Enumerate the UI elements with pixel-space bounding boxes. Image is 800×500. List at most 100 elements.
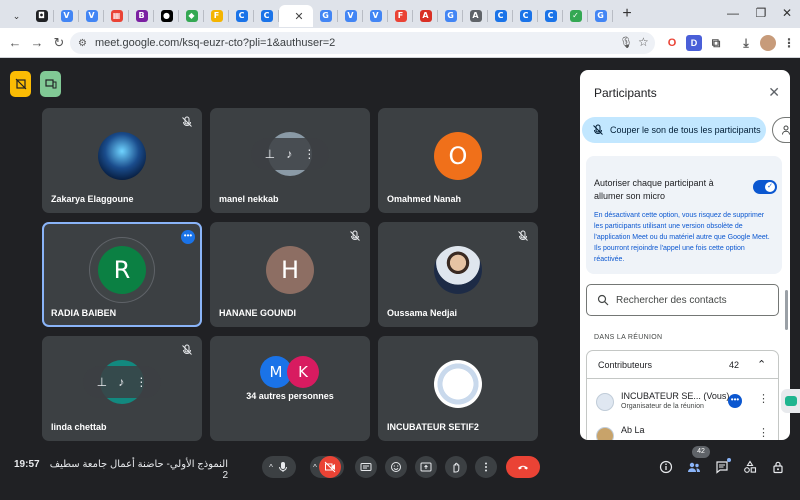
browser-tab[interactable]: ✓ — [563, 5, 588, 27]
browser-tab[interactable]: C — [254, 5, 279, 27]
panel-scrollbar[interactable] — [785, 290, 788, 330]
omnibox[interactable]: ⚙ meet.google.com/ksq-euzr-cto?pli=1&aut… — [70, 32, 655, 54]
minimize-icon[interactable]: — — [726, 6, 740, 20]
tab-active[interactable]: ✕ — [279, 5, 313, 27]
profile-avatar[interactable] — [760, 35, 776, 51]
participants-button[interactable] — [686, 459, 702, 475]
mute-participant-icon[interactable]: ♪ — [286, 147, 292, 161]
browser-tab[interactable]: V — [54, 5, 79, 27]
browser-tab[interactable]: V — [338, 5, 363, 27]
participant-tile[interactable]: H HANANE GOUNDI — [210, 222, 370, 327]
favicon-icon: ● — [160, 10, 173, 22]
captions-button[interactable] — [355, 456, 377, 478]
download-icon[interactable]: ⤓ — [738, 35, 754, 51]
mic-in-use-icon[interactable]: 🎙 — [619, 36, 633, 49]
browser-tab[interactable]: F — [388, 5, 413, 27]
avatar: R — [98, 246, 146, 294]
browser-tab[interactable]: G — [313, 5, 338, 27]
restore-icon[interactable]: ❐ — [754, 6, 768, 20]
browser-tab[interactable]: A — [413, 5, 438, 27]
participant-tile[interactable]: Zakarya Elaggoune — [42, 108, 202, 213]
more-vert-icon[interactable]: ⋮ — [758, 426, 769, 439]
meeting-title: النموذج الأولي- حاضنة أعمال جامعة سطيف 2 — [49, 459, 228, 481]
allow-mic-toggle[interactable]: ✓ — [753, 180, 777, 194]
companion-mode-icon[interactable] — [40, 71, 61, 97]
mic-off-icon — [181, 343, 193, 355]
participant-role: Organisateur de la réunion — [621, 403, 704, 410]
browser-tab[interactable]: C — [538, 5, 563, 27]
emoji-button[interactable] — [385, 456, 407, 478]
participant-tile[interactable]: ⊥ ♪ ⋮ linda chettab — [42, 336, 202, 441]
browser-tab[interactable]: ● — [154, 5, 179, 27]
more-horiz-icon[interactable]: ••• — [728, 394, 742, 408]
browser-tab[interactable]: F — [204, 5, 229, 27]
participant-tile[interactable]: M K 34 autres personnes — [210, 336, 370, 441]
contributors-header[interactable]: Contributeurs 42 ⌃ — [587, 351, 778, 379]
shapes-icon — [744, 460, 757, 473]
participant-tile[interactable]: Oussama Nedjai — [378, 222, 538, 327]
allow-mic-note: En désactivant cette option, vous risque… — [594, 212, 770, 263]
browser-tab[interactable]: G — [588, 5, 613, 27]
d-extension-icon[interactable]: D — [686, 35, 702, 51]
more-horiz-icon[interactable]: ••• — [181, 230, 195, 244]
browser-tab[interactable]: ◆ — [179, 5, 204, 27]
chat-button[interactable] — [714, 458, 731, 475]
host-controls-button[interactable] — [770, 459, 786, 475]
opera-extension-icon[interactable]: O — [664, 35, 680, 51]
forward-arrow-icon[interactable]: → — [26, 35, 48, 50]
browser-menu-icon[interactable]: ⋮ — [781, 35, 797, 51]
camera-control[interactable]: ^ — [310, 456, 344, 478]
browser-tab[interactable]: C — [488, 5, 513, 27]
new-tab-button[interactable]: + — [617, 4, 637, 24]
participant-tile[interactable]: INCUBATEUR SETIF2 — [378, 336, 538, 441]
participant-tile[interactable]: ⊥ ♪ ⋮ manel nekkab — [210, 108, 370, 213]
mute-participant-icon[interactable]: ♪ — [118, 375, 124, 389]
participant-tile[interactable]: R ••• RADIA BAIBEN — [42, 222, 202, 327]
recording-off-icon[interactable] — [10, 71, 31, 97]
browser-tab[interactable]: G — [438, 5, 463, 27]
participant-name: Zakarya Elaggoune — [51, 194, 134, 204]
extensions-puzzle-icon[interactable]: ⧉ — [708, 35, 724, 51]
close-window-icon[interactable]: ✕ — [780, 6, 794, 20]
browser-tab[interactable]: A — [463, 5, 488, 27]
microphone-control[interactable]: ^ — [262, 456, 296, 478]
favicon-icon: B — [135, 10, 148, 22]
add-people-button[interactable] — [772, 117, 790, 143]
search-contacts-input[interactable]: Rechercher des contacts — [586, 284, 779, 316]
browser-tab[interactable]: V — [79, 5, 104, 27]
extension-side-button[interactable] — [781, 389, 800, 413]
present-screen-button[interactable] — [415, 456, 437, 478]
chevron-up-icon[interactable]: ⌃ — [757, 358, 766, 371]
add-person-icon — [782, 125, 790, 135]
more-vert-icon[interactable]: ⋮ — [135, 375, 147, 389]
reload-icon[interactable]: ↻ — [48, 35, 70, 51]
activities-button[interactable] — [742, 459, 758, 475]
browser-tab[interactable]: C — [229, 5, 254, 27]
site-info-icon[interactable]: ⚙ — [78, 38, 87, 49]
browser-tab[interactable]: C — [513, 5, 538, 27]
raise-hand-button[interactable] — [445, 456, 467, 478]
more-vert-icon[interactable]: ⋮ — [303, 147, 315, 161]
participants-panel: Participants ✕ Couper le son de tous les… — [580, 70, 790, 440]
browser-tab[interactable]: ▦ — [104, 5, 129, 27]
browser-tab[interactable]: V — [363, 5, 388, 27]
pin-icon[interactable]: ⊥ — [97, 375, 107, 389]
close-tab-icon[interactable]: ✕ — [294, 10, 303, 23]
more-options-button[interactable] — [475, 456, 497, 478]
meeting-details-button[interactable] — [658, 459, 674, 475]
more-vert-icon[interactable]: ⋮ — [758, 392, 769, 405]
pin-icon[interactable]: ⊥ — [265, 147, 275, 161]
mute-all-label: Couper le son de tous les participants — [610, 125, 761, 135]
present-icon — [420, 462, 432, 472]
back-arrow-icon[interactable]: ← — [4, 35, 26, 50]
participant-tile[interactable]: O Omahmed Nanah — [378, 108, 538, 213]
participant-name: 34 autres personnes — [246, 391, 334, 401]
tab-search-menu[interactable]: ⌄ — [4, 5, 29, 27]
browser-tab[interactable]: B — [129, 5, 154, 27]
mute-all-button[interactable]: Couper le son de tous les participants — [582, 117, 766, 143]
close-icon[interactable]: ✕ — [768, 84, 780, 101]
browser-tab[interactable]: ◘ — [29, 5, 54, 27]
leave-call-button[interactable] — [506, 456, 540, 478]
chevron-up-icon: ^ — [269, 462, 273, 472]
bookmark-star-icon[interactable]: ☆ — [638, 35, 649, 49]
